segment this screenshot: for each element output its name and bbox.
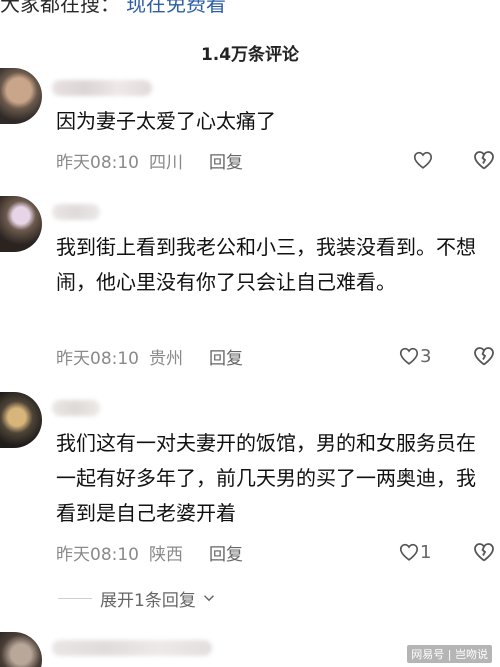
avatar[interactable] xyxy=(0,632,42,667)
username-blurred[interactable] xyxy=(52,80,152,96)
like-button[interactable]: 1 xyxy=(398,540,431,564)
like-button[interactable]: 3 xyxy=(398,344,431,368)
comment-location: 贵州 xyxy=(149,348,183,369)
broken-heart-icon[interactable] xyxy=(472,148,496,172)
broken-heart-icon[interactable] xyxy=(472,540,496,564)
comment-time: 昨天08:10 xyxy=(56,348,139,369)
like-count: 1 xyxy=(420,541,432,563)
like-button[interactable] xyxy=(412,148,434,172)
username-blurred[interactable] xyxy=(52,400,100,416)
heart-outline-icon xyxy=(399,347,419,365)
comments-count-title: 1.4万条评论 xyxy=(200,45,300,65)
username-blurred[interactable] xyxy=(52,640,212,656)
comment-meta: 昨天08:10 陕西 回复 xyxy=(56,540,243,565)
heart-outline-icon xyxy=(399,543,419,561)
username-blurred[interactable] xyxy=(52,204,100,220)
avatar[interactable] xyxy=(0,68,42,124)
reply-button[interactable]: 回复 xyxy=(209,148,243,173)
comment-meta: 昨天08:10 贵州 回复 xyxy=(56,344,243,369)
comment-text: 因为妻子太爱了心太痛了 xyxy=(56,109,276,133)
comment-meta: 昨天08:10 四川 回复 xyxy=(56,148,243,173)
heart-outline-icon xyxy=(413,151,433,169)
avatar[interactable] xyxy=(0,392,42,448)
comment-time: 昨天08:10 xyxy=(56,544,139,565)
expand-label: 展开1条回复 xyxy=(100,590,196,611)
top-link[interactable]: 现在免费看 xyxy=(126,0,226,16)
comment-text: 我到街上看到我老公和小三，我装没看到。不想闹，他心里没有你了只会让自己难看。 xyxy=(56,235,476,294)
avatar[interactable] xyxy=(0,196,42,252)
comment-text: 我们这有一对夫妻开的饭馆，男的和女服务员在一起有好多年了，前几天男的买了一两奥迪… xyxy=(56,431,476,525)
comment-location: 陕西 xyxy=(149,544,183,565)
reply-button[interactable]: 回复 xyxy=(209,344,243,369)
like-count: 3 xyxy=(420,345,432,367)
top-search-strip: 大家都在搜： 现在免费看 xyxy=(0,0,500,16)
reply-button[interactable]: 回复 xyxy=(209,540,243,565)
top-text: 大家都在搜： xyxy=(0,0,120,16)
comment-time: 昨天08:10 xyxy=(56,152,139,173)
expand-divider xyxy=(58,597,92,599)
comment-location: 四川 xyxy=(149,152,183,173)
watermark: 网易号 | 岂吻说 xyxy=(407,645,492,663)
broken-heart-icon[interactable] xyxy=(472,344,496,368)
expand-replies-button[interactable]: 展开1条回复 xyxy=(0,586,500,611)
chevron-down-icon xyxy=(203,595,214,602)
